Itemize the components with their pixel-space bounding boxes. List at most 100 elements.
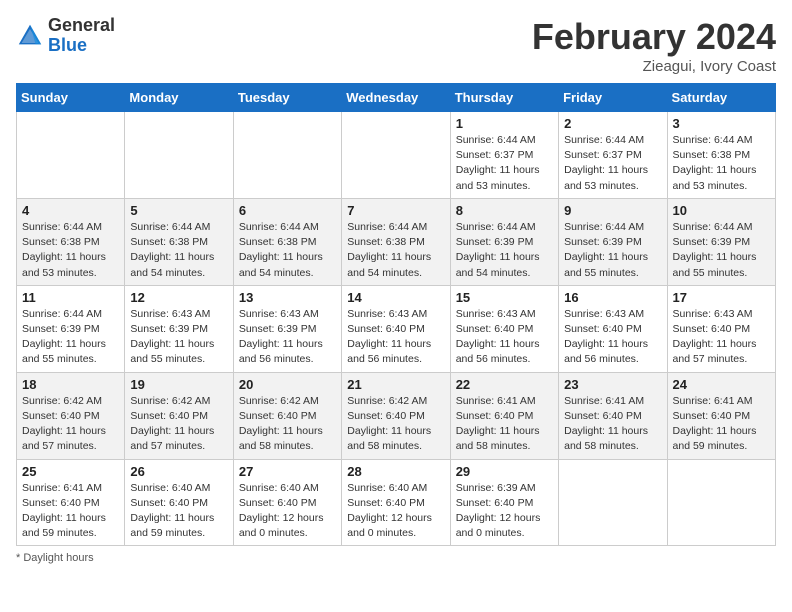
day-number: 26 bbox=[130, 464, 227, 479]
calendar-day-cell: 22 Sunrise: 6:41 AMSunset: 6:40 PMDayligh… bbox=[450, 372, 558, 459]
day-number: 22 bbox=[456, 377, 553, 392]
day-info: Sunrise: 6:44 AMSunset: 6:38 PMDaylight:… bbox=[22, 220, 119, 281]
day-number: 14 bbox=[347, 290, 444, 305]
day-info: Sunrise: 6:42 AMSunset: 6:40 PMDaylight:… bbox=[239, 394, 336, 455]
calendar-week-row: 1 Sunrise: 6:44 AMSunset: 6:37 PMDaylight… bbox=[17, 112, 776, 199]
day-info: Sunrise: 6:43 AMSunset: 6:40 PMDaylight:… bbox=[347, 307, 444, 368]
day-info: Sunrise: 6:41 AMSunset: 6:40 PMDaylight:… bbox=[673, 394, 770, 455]
calendar-day-cell: 3 Sunrise: 6:44 AMSunset: 6:38 PMDaylight… bbox=[667, 112, 775, 199]
logo-blue: Blue bbox=[48, 35, 87, 55]
weekday-header: Friday bbox=[559, 84, 667, 112]
day-info: Sunrise: 6:44 AMSunset: 6:38 PMDaylight:… bbox=[130, 220, 227, 281]
weekday-header: Saturday bbox=[667, 84, 775, 112]
calendar-day-cell: 20 Sunrise: 6:42 AMSunset: 6:40 PMDayligh… bbox=[233, 372, 341, 459]
day-number: 17 bbox=[673, 290, 770, 305]
day-info: Sunrise: 6:42 AMSunset: 6:40 PMDaylight:… bbox=[130, 394, 227, 455]
calendar-day-cell bbox=[559, 459, 667, 546]
calendar-day-cell: 23Sunrise: 6:41 AMSunset: 6:40 PMDayligh… bbox=[559, 372, 667, 459]
month-title: February 2024 bbox=[532, 16, 776, 58]
day-number: 7 bbox=[347, 203, 444, 218]
weekday-header: Monday bbox=[125, 84, 233, 112]
day-number: 9 bbox=[564, 203, 661, 218]
day-number: 5 bbox=[130, 203, 227, 218]
calendar-day-cell: 26 Sunrise: 6:40 AMSunset: 6:40 PMDayligh… bbox=[125, 459, 233, 546]
day-number: 24 bbox=[673, 377, 770, 392]
day-info: Sunrise: 6:40 AMSunset: 6:40 PMDaylight:… bbox=[347, 481, 444, 542]
day-number: 4 bbox=[22, 203, 119, 218]
location-subtitle: Zieagui, Ivory Coast bbox=[532, 58, 776, 75]
calendar-day-cell: 15 Sunrise: 6:43 AMSunset: 6:40 PMDayligh… bbox=[450, 285, 558, 372]
page-header: General Blue February 2024 Zieagui, Ivor… bbox=[16, 16, 776, 75]
day-number: 8 bbox=[456, 203, 553, 218]
day-number: 16 bbox=[564, 290, 661, 305]
calendar-week-row: 25 Sunrise: 6:41 AMSunset: 6:40 PMDayligh… bbox=[17, 459, 776, 546]
calendar-day-cell: 21 Sunrise: 6:42 AMSunset: 6:40 PMDayligh… bbox=[342, 372, 450, 459]
calendar-day-cell bbox=[233, 112, 341, 199]
calendar-day-cell bbox=[342, 112, 450, 199]
day-number: 27 bbox=[239, 464, 336, 479]
calendar-day-cell: 24 Sunrise: 6:41 AMSunset: 6:40 PMDayligh… bbox=[667, 372, 775, 459]
calendar-day-cell: 10Sunrise: 6:44 AMSunset: 6:39 PMDayligh… bbox=[667, 198, 775, 285]
day-number: 19 bbox=[130, 377, 227, 392]
day-info: Sunrise: 6:41 AMSunset: 6:40 PMDaylight:… bbox=[564, 394, 661, 455]
day-info: Sunrise: 6:44 AMSunset: 6:38 PMDaylight:… bbox=[347, 220, 444, 281]
calendar-day-cell: 16Sunrise: 6:43 AMSunset: 6:40 PMDayligh… bbox=[559, 285, 667, 372]
day-info: Sunrise: 6:43 AMSunset: 6:39 PMDaylight:… bbox=[239, 307, 336, 368]
day-info: Sunrise: 6:44 AMSunset: 6:38 PMDaylight:… bbox=[239, 220, 336, 281]
day-info: Sunrise: 6:43 AMSunset: 6:39 PMDaylight:… bbox=[130, 307, 227, 368]
day-number: 29 bbox=[456, 464, 553, 479]
day-info: Sunrise: 6:43 AMSunset: 6:40 PMDaylight:… bbox=[456, 307, 553, 368]
calendar-day-cell: 1 Sunrise: 6:44 AMSunset: 6:37 PMDaylight… bbox=[450, 112, 558, 199]
day-info: Sunrise: 6:44 AMSunset: 6:39 PMDaylight:… bbox=[456, 220, 553, 281]
day-info: Sunrise: 6:44 AMSunset: 6:37 PMDaylight:… bbox=[456, 133, 553, 194]
day-info: Sunrise: 6:40 AMSunset: 6:40 PMDaylight:… bbox=[130, 481, 227, 542]
calendar-day-cell: 8 Sunrise: 6:44 AMSunset: 6:39 PMDaylight… bbox=[450, 198, 558, 285]
calendar-day-cell: 25 Sunrise: 6:41 AMSunset: 6:40 PMDayligh… bbox=[17, 459, 125, 546]
logo: General Blue bbox=[16, 16, 115, 56]
day-number: 12 bbox=[130, 290, 227, 305]
calendar-day-cell: 7 Sunrise: 6:44 AMSunset: 6:38 PMDaylight… bbox=[342, 198, 450, 285]
day-number: 15 bbox=[456, 290, 553, 305]
day-number: 21 bbox=[347, 377, 444, 392]
calendar-day-cell: 17Sunrise: 6:43 AMSunset: 6:40 PMDayligh… bbox=[667, 285, 775, 372]
weekday-header: Sunday bbox=[17, 84, 125, 112]
calendar-day-cell: 28Sunrise: 6:40 AMSunset: 6:40 PMDayligh… bbox=[342, 459, 450, 546]
calendar-week-row: 11 Sunrise: 6:44 AMSunset: 6:39 PMDayligh… bbox=[17, 285, 776, 372]
day-info: Sunrise: 6:44 AMSunset: 6:39 PMDaylight:… bbox=[22, 307, 119, 368]
day-info: Sunrise: 6:44 AMSunset: 6:39 PMDaylight:… bbox=[673, 220, 770, 281]
day-number: 11 bbox=[22, 290, 119, 305]
day-number: 3 bbox=[673, 116, 770, 131]
day-number: 18 bbox=[22, 377, 119, 392]
day-info: Sunrise: 6:41 AMSunset: 6:40 PMDaylight:… bbox=[456, 394, 553, 455]
calendar-day-cell: 27 Sunrise: 6:40 AMSunset: 6:40 PMDayligh… bbox=[233, 459, 341, 546]
calendar-week-row: 18 Sunrise: 6:42 AMSunset: 6:40 PMDayligh… bbox=[17, 372, 776, 459]
calendar-day-cell: 13 Sunrise: 6:43 AMSunset: 6:39 PMDayligh… bbox=[233, 285, 341, 372]
logo-icon bbox=[16, 22, 44, 50]
calendar-day-cell bbox=[125, 112, 233, 199]
calendar-day-cell: 6 Sunrise: 6:44 AMSunset: 6:38 PMDaylight… bbox=[233, 198, 341, 285]
day-info: Sunrise: 6:39 AMSunset: 6:40 PMDaylight:… bbox=[456, 481, 553, 542]
weekday-header: Tuesday bbox=[233, 84, 341, 112]
day-info: Sunrise: 6:41 AMSunset: 6:40 PMDaylight:… bbox=[22, 481, 119, 542]
day-info: Sunrise: 6:42 AMSunset: 6:40 PMDaylight:… bbox=[347, 394, 444, 455]
day-number: 13 bbox=[239, 290, 336, 305]
calendar-day-cell: 29 Sunrise: 6:39 AMSunset: 6:40 PMDayligh… bbox=[450, 459, 558, 546]
calendar-day-cell: 11 Sunrise: 6:44 AMSunset: 6:39 PMDayligh… bbox=[17, 285, 125, 372]
day-number: 6 bbox=[239, 203, 336, 218]
calendar-day-cell: 5 Sunrise: 6:44 AMSunset: 6:38 PMDaylight… bbox=[125, 198, 233, 285]
calendar-day-cell: 2Sunrise: 6:44 AMSunset: 6:37 PMDaylight… bbox=[559, 112, 667, 199]
day-info: Sunrise: 6:44 AMSunset: 6:37 PMDaylight:… bbox=[564, 133, 661, 194]
weekday-header: Thursday bbox=[450, 84, 558, 112]
calendar-day-cell: 4 Sunrise: 6:44 AMSunset: 6:38 PMDaylight… bbox=[17, 198, 125, 285]
day-number: 20 bbox=[239, 377, 336, 392]
day-info: Sunrise: 6:44 AMSunset: 6:39 PMDaylight:… bbox=[564, 220, 661, 281]
calendar-table: SundayMondayTuesdayWednesdayThursdayFrid… bbox=[16, 83, 776, 546]
day-number: 1 bbox=[456, 116, 553, 131]
calendar-day-cell: 12 Sunrise: 6:43 AMSunset: 6:39 PMDayligh… bbox=[125, 285, 233, 372]
day-info: Sunrise: 6:44 AMSunset: 6:38 PMDaylight:… bbox=[673, 133, 770, 194]
calendar-header-row: SundayMondayTuesdayWednesdayThursdayFrid… bbox=[17, 84, 776, 112]
day-info: Sunrise: 6:40 AMSunset: 6:40 PMDaylight:… bbox=[239, 481, 336, 542]
calendar-day-cell: 14 Sunrise: 6:43 AMSunset: 6:40 PMDayligh… bbox=[342, 285, 450, 372]
day-number: 25 bbox=[22, 464, 119, 479]
title-area: February 2024 Zieagui, Ivory Coast bbox=[532, 16, 776, 75]
